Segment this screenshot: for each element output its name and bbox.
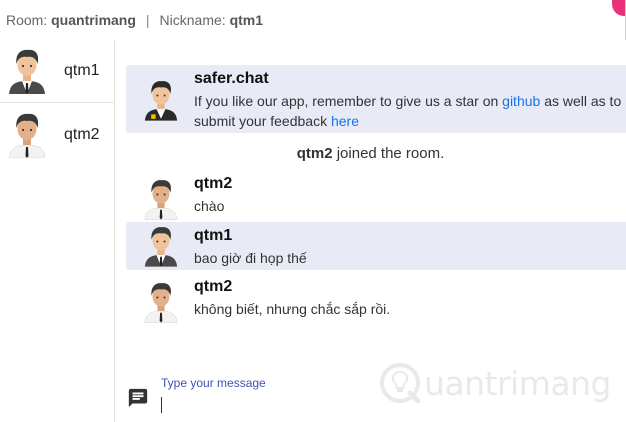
message-input-label: Type your message [161, 376, 266, 390]
user-avatar-icon [144, 180, 178, 220]
message-item: safer.chat If you like our app, remember… [126, 65, 626, 133]
message-item: qtm2 chào [126, 170, 626, 220]
system-text: joined the room. [332, 145, 445, 162]
message-item: qtm1 bao giờ đi họp thế [126, 222, 626, 270]
user-name: qtm1 [64, 62, 100, 79]
message-input[interactable] [161, 397, 162, 413]
message-author: qtm1 [194, 227, 233, 244]
github-link[interactable]: github [502, 93, 540, 109]
message-text: chào [194, 198, 225, 214]
message-author: qtm2 [194, 278, 233, 295]
header-separator: | [145, 12, 150, 28]
room-label: Room: [6, 12, 48, 28]
user-avatar-icon [144, 227, 178, 267]
user-list-item[interactable]: qtm2 [0, 103, 114, 166]
user-avatar-icon [9, 49, 45, 94]
user-name: qtm2 [64, 125, 100, 143]
watermark-text: uantrimang [424, 363, 611, 403]
message-author: safer.chat [194, 70, 269, 87]
user-avatar-icon [8, 113, 46, 158]
message-text: If you like our app, remember to give us… [194, 91, 621, 131]
chat-bubble-icon [128, 388, 148, 408]
message-text-part: as well as to [540, 93, 622, 109]
nickname-label: Nickname: [159, 12, 226, 28]
message-text: bao giờ đi họp thế [194, 250, 307, 266]
message-text-part: If you like our app, remember to give us… [194, 93, 503, 109]
user-avatar-icon [144, 283, 178, 323]
user-list-item[interactable]: qtm1 [0, 40, 114, 103]
message-text: không biết, nhưng chắc sắp rồi. [194, 301, 391, 317]
message-item: qtm2 không biết, nhưng chắc sắp rồi. [126, 273, 626, 323]
room-name: quantrimang [51, 12, 136, 28]
room-info-bar: Room: quantrimang | Nickname: qtm1 [0, 0, 626, 40]
lightbulb-q-logo [380, 363, 421, 404]
watermark: uantrimang [378, 357, 611, 409]
system-message: qtm2 joined the room. [115, 145, 626, 162]
user-list: qtm1 qtm2 [0, 40, 115, 422]
joined-user: qtm2 [296, 145, 333, 162]
nickname-value: qtm1 [229, 12, 264, 28]
message-author: qtm2 [194, 175, 233, 192]
message-text-part: submit your feedback [194, 113, 331, 129]
feedback-link[interactable]: here [331, 113, 359, 129]
bot-avatar-icon [144, 81, 178, 121]
